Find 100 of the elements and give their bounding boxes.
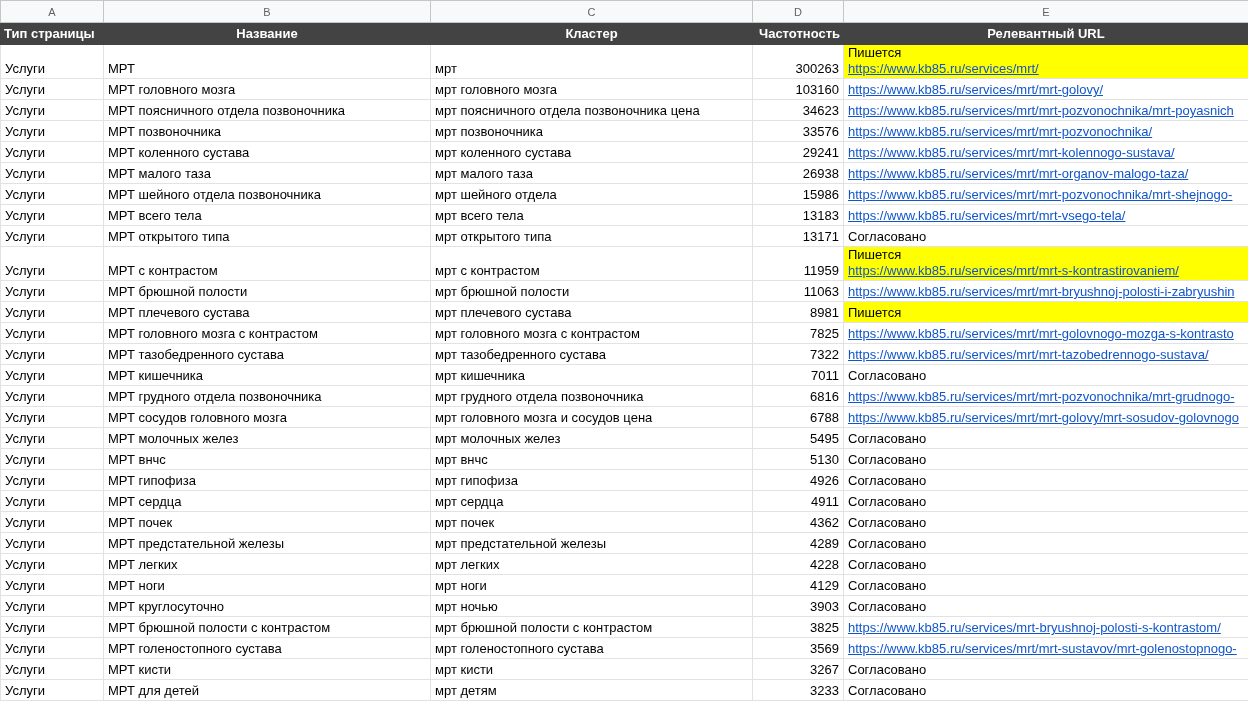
url-link[interactable]: https://www.kb85.ru/services/mrt/mrt-pozvonochnika/mrt-grudnogo- bbox=[848, 389, 1248, 405]
table-cell: МРТ круглосуточно bbox=[103, 595, 431, 617]
table-cell: Услуги bbox=[0, 448, 104, 470]
table-cell: 6816 bbox=[752, 385, 844, 407]
table-cell: Услуги bbox=[0, 343, 104, 365]
table-cell: мрт детям bbox=[430, 679, 753, 701]
table-cell: мрт шейного отдела bbox=[430, 183, 753, 205]
table-cell: 13171 bbox=[752, 225, 844, 247]
table-cell: МРТ ноги bbox=[103, 574, 431, 596]
table-cell: мрт открытого типа bbox=[430, 225, 753, 247]
table-cell: 6788 bbox=[752, 406, 844, 428]
status-text: Согласовано bbox=[848, 683, 928, 699]
table-cell: МРТ внчс bbox=[103, 448, 431, 470]
table-cell: МРТ кишечника bbox=[103, 364, 431, 386]
status-text: Согласовано bbox=[848, 368, 928, 384]
table-cell: Услуги bbox=[0, 44, 104, 79]
table-cell: МРТ головного мозга с контрастом bbox=[103, 322, 431, 344]
table-cell: мрт почек bbox=[430, 511, 753, 533]
status-text: Пишется bbox=[848, 305, 903, 321]
table-cell: 4926 bbox=[752, 469, 844, 491]
table-cell: 33576 bbox=[752, 120, 844, 142]
url-link[interactable]: https://www.kb85.ru/services/mrt/mrt-tazobedrennogo-sustava/ bbox=[848, 347, 1248, 363]
table-cell: 11063 bbox=[752, 280, 844, 302]
table-cell: МРТ bbox=[103, 44, 431, 79]
table-cell: Услуги bbox=[0, 280, 104, 302]
table-cell: мрт голеностопного сустава bbox=[430, 637, 753, 659]
table-cell: мрт внчс bbox=[430, 448, 753, 470]
column-header: E bbox=[843, 0, 1248, 23]
table-cell: 7011 bbox=[752, 364, 844, 386]
table-cell: мрт сердца bbox=[430, 490, 753, 512]
url-link[interactable]: https://www.kb85.ru/services/mrt/mrt-organov-malogo-taza/ bbox=[848, 166, 1248, 182]
header-cell: Кластер bbox=[430, 22, 753, 45]
url-link[interactable]: https://www.kb85.ru/services/mrt/mrt-bryushnoj-polosti-i-zabryushin bbox=[848, 284, 1248, 300]
url-link[interactable]: https://www.kb85.ru/services/mrt/mrt-pozvonochnika/mrt-poyasnich bbox=[848, 103, 1248, 119]
table-cell: мрт поясничного отдела позвоночника цена bbox=[430, 99, 753, 121]
table-cell: мрт малого таза bbox=[430, 162, 753, 184]
status-text: Согласовано bbox=[848, 515, 928, 531]
table-cell: 3903 bbox=[752, 595, 844, 617]
table-cell: мрт головного мозга с контрастом bbox=[430, 322, 753, 344]
table-cell: мрт кисти bbox=[430, 658, 753, 680]
table-cell: МРТ брюшной полости с контрастом bbox=[103, 616, 431, 638]
url-link[interactable]: https://www.kb85.ru/services/mrt/mrt-vsego-tela/ bbox=[848, 208, 1248, 224]
url-link[interactable]: https://www.kb85.ru/services/mrt-bryushnoj-polosti-s-kontrastom/ bbox=[848, 620, 1248, 636]
table-cell: МРТ коленного сустава bbox=[103, 141, 431, 163]
table-cell: МРТ предстательной железы bbox=[103, 532, 431, 554]
table-cell: Услуги bbox=[0, 301, 104, 323]
table-cell: 4911 bbox=[752, 490, 844, 512]
status-text: Согласовано bbox=[848, 452, 928, 468]
table-cell: 4129 bbox=[752, 574, 844, 596]
table-cell: мрт кишечника bbox=[430, 364, 753, 386]
table-cell: мрт головного мозга и сосудов цена bbox=[430, 406, 753, 428]
table-cell: мрт молочных желез bbox=[430, 427, 753, 449]
status-text: Пишется bbox=[848, 45, 903, 61]
url-link[interactable]: https://www.kb85.ru/services/mrt/mrt-kolennogo-sustava/ bbox=[848, 145, 1248, 161]
url-link[interactable]: https://www.kb85.ru/services/mrt/ bbox=[848, 61, 1248, 77]
table-cell: мрт грудного отдела позвоночника bbox=[430, 385, 753, 407]
table-cell: 103160 bbox=[752, 78, 844, 100]
table-cell: 7322 bbox=[752, 343, 844, 365]
table-cell: 3233 bbox=[752, 679, 844, 701]
url-link[interactable]: https://www.kb85.ru/services/mrt/mrt-golovy/ bbox=[848, 82, 1248, 98]
table-cell: МРТ легких bbox=[103, 553, 431, 575]
table-cell: Услуги bbox=[0, 141, 104, 163]
table-cell: 7825 bbox=[752, 322, 844, 344]
url-link[interactable]: https://www.kb85.ru/services/mrt/mrt-pozvonochnika/mrt-shejnogo- bbox=[848, 187, 1248, 203]
table-cell: 13183 bbox=[752, 204, 844, 226]
table-cell: Услуги bbox=[0, 532, 104, 554]
status-text: Пишется bbox=[848, 247, 903, 263]
table-cell: МРТ голеностопного сустава bbox=[103, 637, 431, 659]
url-link[interactable]: https://www.kb85.ru/services/mrt/mrt-pozvonochnika/ bbox=[848, 124, 1248, 140]
table-cell: мрт брюшной полости bbox=[430, 280, 753, 302]
table-cell: МРТ поясничного отдела позвоночника bbox=[103, 99, 431, 121]
column-header: A bbox=[0, 0, 104, 23]
column-header: D bbox=[752, 0, 844, 23]
table-cell: мрт bbox=[430, 44, 753, 79]
table-cell: 4289 bbox=[752, 532, 844, 554]
table-cell: 8981 bbox=[752, 301, 844, 323]
table-cell: МРТ плечевого сустава bbox=[103, 301, 431, 323]
table-cell: МРТ головного мозга bbox=[103, 78, 431, 100]
table-cell: Услуги bbox=[0, 406, 104, 428]
table-cell: 34623 bbox=[752, 99, 844, 121]
table-cell: МРТ шейного отдела позвоночника bbox=[103, 183, 431, 205]
table-cell: 4228 bbox=[752, 553, 844, 575]
table-cell: 300263 bbox=[752, 44, 844, 79]
table-cell: Услуги bbox=[0, 322, 104, 344]
url-link[interactable]: https://www.kb85.ru/services/mrt/mrt-golovy/mrt-sosudov-golovnogo bbox=[848, 410, 1248, 426]
url-link[interactable]: https://www.kb85.ru/services/mrt/mrt-sustavov/mrt-golenostopnogo- bbox=[848, 641, 1248, 657]
status-text: Согласовано bbox=[848, 599, 928, 615]
table-cell: Услуги bbox=[0, 553, 104, 575]
url-link[interactable]: https://www.kb85.ru/services/mrt/mrt-golovnogo-mozga-s-kontrasto bbox=[848, 326, 1248, 342]
table-cell: мрт ноги bbox=[430, 574, 753, 596]
table-cell: Услуги bbox=[0, 469, 104, 491]
url-link[interactable]: https://www.kb85.ru/services/mrt/mrt-s-kontrastirovaniem/ bbox=[848, 263, 1248, 279]
header-cell: Название bbox=[103, 22, 431, 45]
table-cell: 4362 bbox=[752, 511, 844, 533]
table-cell: МРТ гипофиза bbox=[103, 469, 431, 491]
table-cell: МРТ открытого типа bbox=[103, 225, 431, 247]
column-header: B bbox=[103, 0, 431, 23]
table-cell: мрт позвоночника bbox=[430, 120, 753, 142]
status-text: Согласовано bbox=[848, 229, 928, 245]
table-cell: 3267 bbox=[752, 658, 844, 680]
